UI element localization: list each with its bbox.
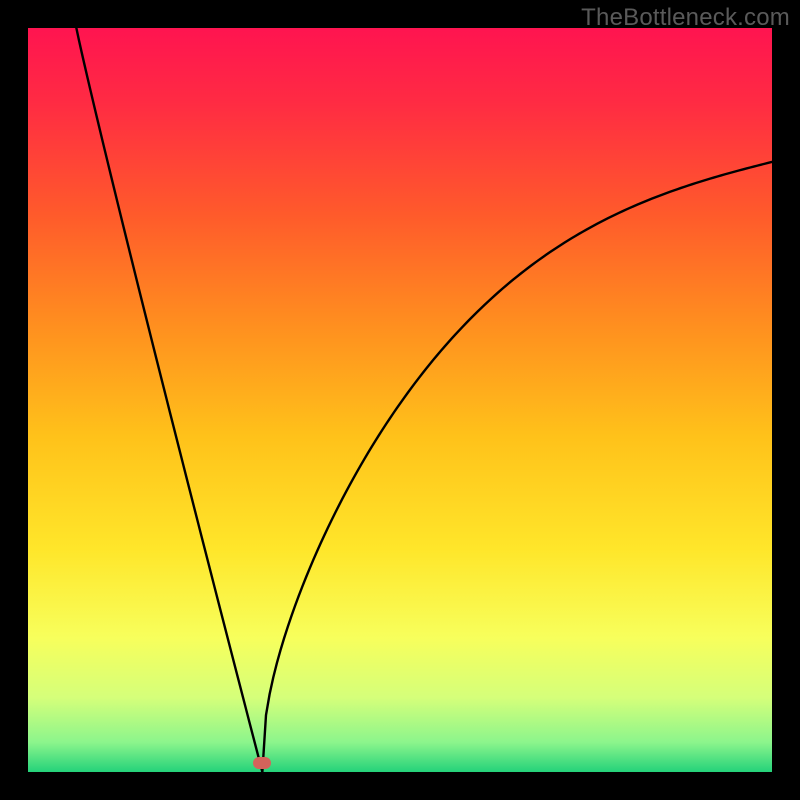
minimum-marker <box>253 757 271 769</box>
chart-frame: TheBottleneck.com <box>0 0 800 800</box>
gradient-background <box>28 28 772 772</box>
chart-svg <box>28 28 772 772</box>
plot-area <box>28 28 772 772</box>
